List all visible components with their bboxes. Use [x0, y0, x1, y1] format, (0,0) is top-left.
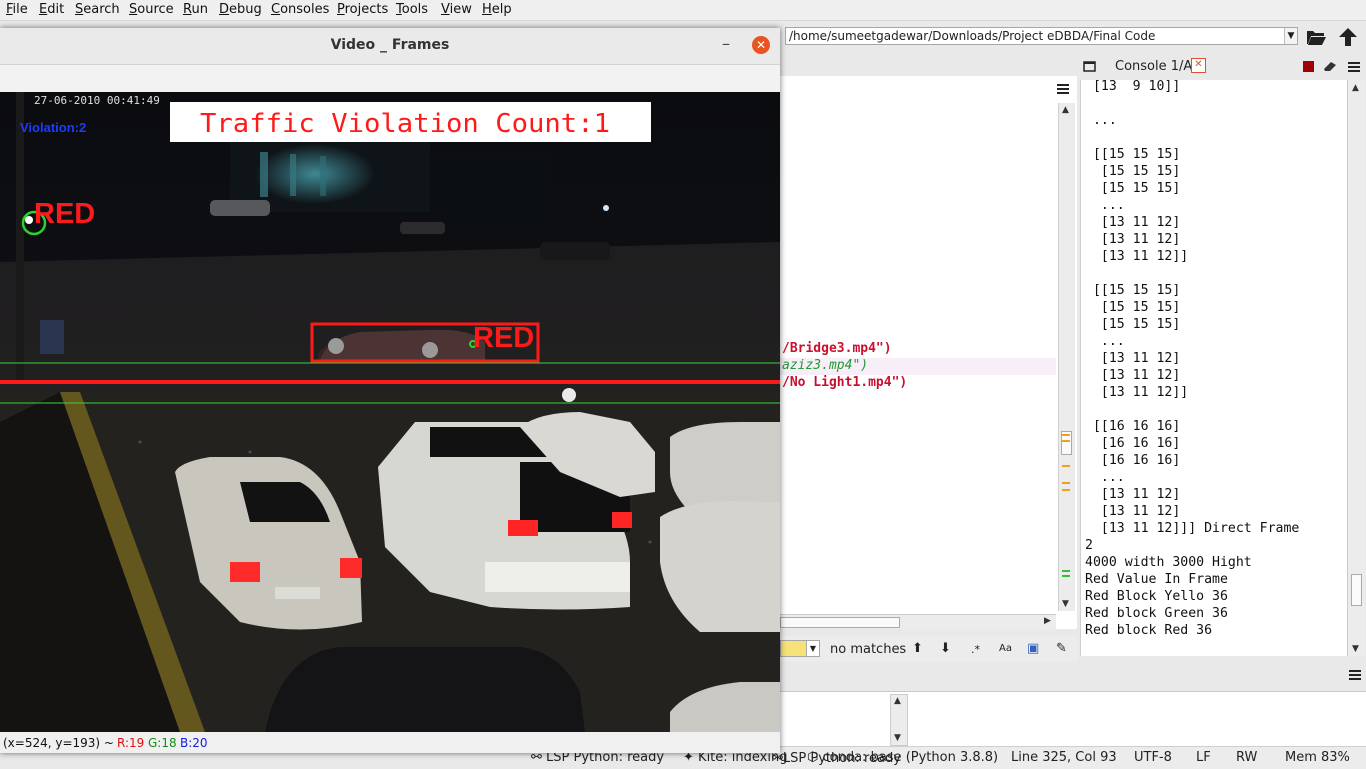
ipython-console[interactable]: [13 9 10]] ... [[15 15 15] [15 15 15] [1… — [1080, 80, 1347, 656]
menu-consoles[interactable]: Consoles — [271, 2, 329, 17]
warning-marker — [1062, 440, 1070, 442]
cube-icon: ⬡ — [807, 750, 819, 765]
find-bar: ▼ no matches ⬆ ⬇ .* Aa ▣ ✎ — [780, 636, 1077, 662]
code-line[interactable]: aziz3.mp4") — [782, 358, 868, 373]
highlight-icon[interactable]: ✎ — [1056, 641, 1067, 656]
find-previous-icon[interactable]: ⬆ — [912, 641, 923, 656]
file-encoding: UTF-8 — [1134, 750, 1172, 765]
red-channel-value: R:19 — [117, 736, 145, 750]
scroll-down-icon[interactable]: ▼ — [894, 733, 901, 743]
signal-state-label: RED — [34, 198, 95, 230]
warning-marker — [1062, 489, 1070, 491]
scroll-right-icon[interactable]: ▶ — [1044, 616, 1051, 626]
console-scrollbar[interactable]: ▲ ▼ — [1347, 80, 1365, 656]
bottom-panel-scrollbar[interactable]: ▲ ▼ — [890, 694, 908, 746]
ok-marker — [1062, 575, 1070, 577]
traffic-scene-image: 27-06-2010 00:41:49 Violation:2 Traffic … — [0, 92, 780, 732]
arrow-up-icon[interactable] — [1337, 26, 1359, 48]
menu-tools[interactable]: Tools — [396, 2, 428, 17]
scroll-down-icon[interactable]: ▼ — [1062, 599, 1069, 609]
regex-icon[interactable]: .* — [971, 643, 980, 656]
code-line[interactable]: /No Light1.mp4") — [782, 375, 907, 390]
console-scrollbar-thumb[interactable] — [1351, 574, 1362, 606]
hamburger-menu-icon[interactable] — [1055, 82, 1071, 96]
memory-usage: Mem 83% — [1285, 750, 1350, 765]
chevron-down-icon[interactable]: ▼ — [1284, 28, 1297, 44]
chevron-down-icon[interactable]: ▼ — [806, 641, 819, 656]
close-tab-icon[interactable]: ✕ — [1191, 58, 1206, 73]
find-input[interactable]: ▼ — [780, 640, 820, 657]
vehicle-state-label: RED — [473, 322, 534, 354]
working-directory-combo[interactable]: /home/sumeetgadewar/Downloads/Project eD… — [785, 27, 1298, 45]
menu-file[interactable]: File — [6, 2, 28, 17]
minimize-icon[interactable]: – — [722, 34, 730, 53]
warning-marker — [1062, 465, 1070, 467]
pixel-info-status: (x=524, y=193) ~ R:19 G:18 B:20 — [0, 732, 780, 753]
menu-source[interactable]: Source — [129, 2, 174, 17]
stop-kernel-icon[interactable] — [1303, 61, 1314, 72]
video-frames-window[interactable]: Video _ Frames – ✕ 27-06-2010 00:41:49 V… — [0, 28, 780, 753]
video-frame[interactable]: 27-06-2010 00:41:49 Violation:2 Traffic … — [0, 92, 780, 732]
working-directory-value: /home/sumeetgadewar/Downloads/Project eD… — [789, 29, 1156, 43]
green-channel-value: G:18 — [148, 736, 177, 750]
cursor-position: Line 325, Col 93 — [1011, 750, 1117, 765]
browse-tabs-icon[interactable] — [1083, 60, 1097, 73]
folder-open-icon[interactable] — [1305, 26, 1327, 48]
close-icon[interactable]: ✕ — [752, 36, 770, 54]
frame-timestamp: 27-06-2010 00:41:49 — [34, 94, 160, 107]
warning-marker — [1062, 482, 1070, 484]
hamburger-menu-icon[interactable] — [1346, 60, 1362, 74]
violation-label: Violation:2 — [20, 120, 86, 135]
console-output: [13 9 10]] ... [[15 15 15] [15 15 15] [1… — [1085, 80, 1300, 638]
menu-view[interactable]: View — [441, 2, 472, 17]
case-sensitive-icon[interactable]: Aa — [999, 643, 1012, 654]
menu-debug[interactable]: Debug — [219, 2, 262, 17]
hamburger-menu-icon[interactable] — [1347, 668, 1363, 682]
editor-horizontal-scrollbar[interactable]: ▶ — [780, 614, 1056, 629]
cursor-coordinates: (x=524, y=193) ~ — [3, 736, 114, 750]
menu-projects[interactable]: Projects — [337, 2, 388, 17]
scroll-up-icon[interactable]: ▲ — [894, 696, 901, 706]
menubar: File Edit Search Source Run Debug Consol… — [0, 0, 1366, 21]
scroll-down-icon[interactable]: ▼ — [1352, 644, 1359, 654]
violation-counter-text: Traffic Violation Count:1 — [200, 109, 610, 139]
ok-marker — [1062, 570, 1070, 572]
editor-scrollbar[interactable]: ▲ ▼ — [1058, 103, 1075, 611]
scroll-up-icon[interactable]: ▲ — [1352, 83, 1359, 93]
menu-help[interactable]: Help — [482, 2, 512, 17]
console-tab-label[interactable]: Console 1/A — [1115, 59, 1192, 74]
menu-run[interactable]: Run — [183, 2, 208, 17]
line-endings: LF — [1196, 750, 1211, 765]
code-line[interactable]: /Bridge3.mp4") — [782, 341, 892, 356]
window-titlebar[interactable]: Video _ Frames – ✕ — [0, 28, 780, 65]
find-status: no matches — [830, 642, 907, 657]
blue-channel-value: B:20 — [180, 736, 208, 750]
menu-edit[interactable]: Edit — [39, 2, 64, 17]
whole-word-icon[interactable]: ▣ — [1027, 641, 1039, 656]
window-toolbar — [0, 65, 780, 93]
window-title: Video _ Frames — [330, 37, 450, 53]
conda-status: ⬡ conda: base (Python 3.8.8) — [807, 750, 999, 765]
scroll-up-icon[interactable]: ▲ — [1062, 105, 1069, 115]
menu-search[interactable]: Search — [75, 2, 120, 17]
warning-marker — [1062, 434, 1070, 436]
file-permissions: RW — [1236, 750, 1258, 765]
editor-hscroll-thumb[interactable] — [780, 617, 900, 628]
eraser-icon[interactable] — [1322, 59, 1338, 73]
console-tabbar: Console 1/A ✕ — [1077, 56, 1366, 78]
bottom-panel[interactable]: ▲ ▼ — [780, 691, 1366, 747]
find-next-icon[interactable]: ⬇ — [940, 641, 951, 656]
